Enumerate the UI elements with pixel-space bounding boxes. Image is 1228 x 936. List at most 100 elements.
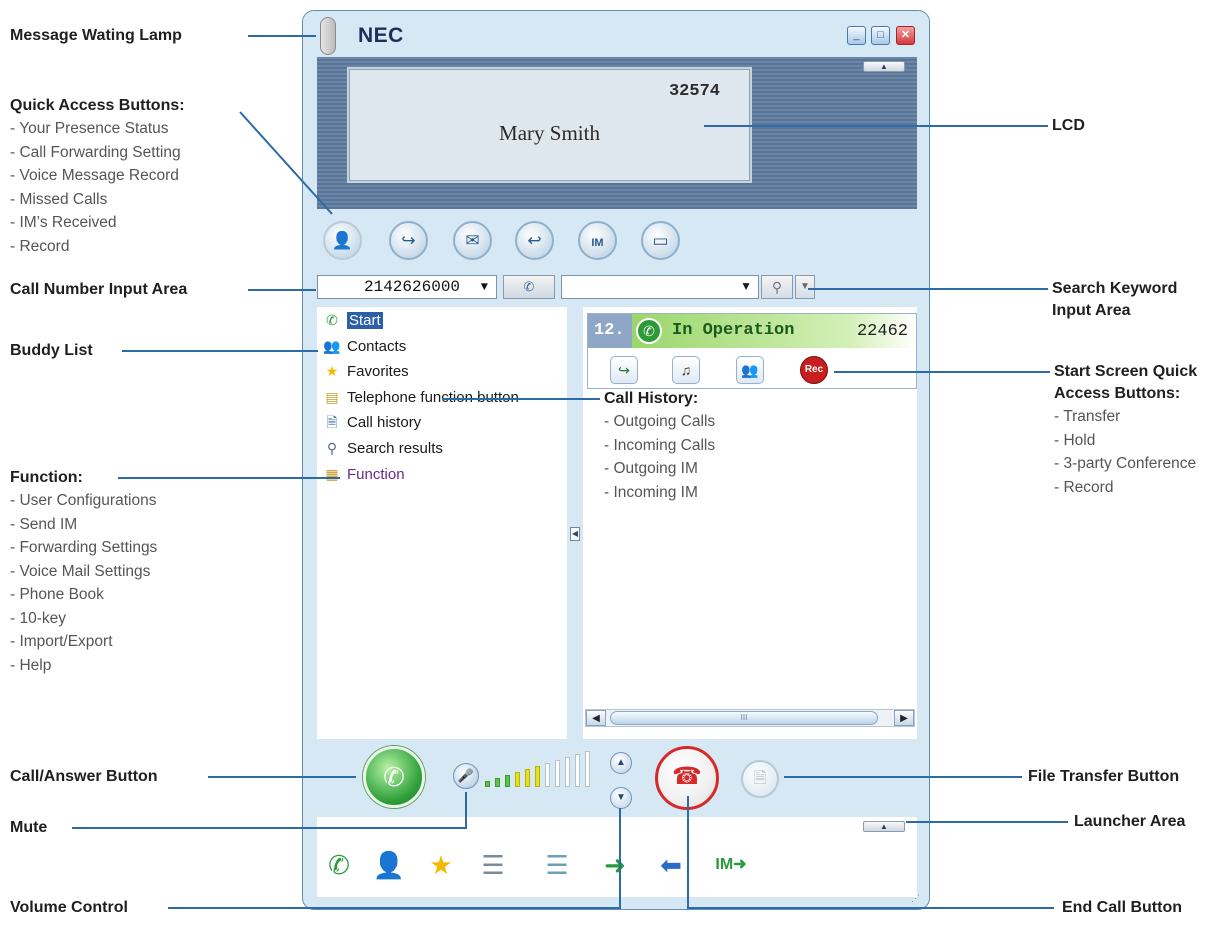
buddy-item-label: Function (347, 466, 405, 483)
volume-up-button[interactable]: ▲ (610, 752, 632, 774)
scroll-thumb[interactable]: III (610, 711, 878, 725)
lcd-display: 32574 Mary Smith (347, 67, 752, 183)
label-item: - Import/Export (10, 633, 113, 650)
lcd-collapse-toggle[interactable]: ▲ (863, 61, 905, 72)
chevron-down-icon[interactable]: ▼ (740, 279, 752, 293)
collapse-left-icon[interactable]: ◀ (570, 527, 580, 541)
buddy-item-function[interactable]: ▦ Function (321, 463, 405, 485)
phone-icon: ✆ (523, 279, 535, 294)
scroll-left-icon[interactable]: ◀ (586, 710, 606, 726)
input-row: 2142626000 ▼ ✆ ▼ ⚲ ▼ (317, 275, 917, 301)
label-title: Start Screen Quick (1054, 363, 1198, 380)
launcher-outgoing-calls[interactable]: ➜ (595, 845, 635, 885)
call-number-input[interactable]: 2142626000 ▼ (317, 275, 497, 299)
buddy-item-label: Search results (347, 440, 443, 457)
volume-down-button[interactable]: ▼ (610, 787, 632, 809)
start-record-button[interactable]: Rec (800, 356, 828, 384)
triangle-up-icon: ▲ (616, 757, 626, 768)
phonebook-2-icon: ☰ (545, 850, 569, 880)
buddy-item-contacts[interactable]: 👥 Contacts (321, 335, 406, 357)
call-index: 12. (594, 321, 625, 340)
label-item: - Hold (1054, 431, 1096, 449)
label-text: Mute (10, 819, 48, 836)
chevron-down-icon[interactable]: ▼ (481, 276, 488, 298)
panel-splitter[interactable]: ◀ (568, 307, 582, 739)
call-status: In Operation (672, 321, 795, 340)
voice-message-button[interactable]: ✉ (453, 221, 492, 260)
buddy-item-label: Start (347, 312, 383, 329)
buddy-item-favorites[interactable]: ★ Favorites (321, 360, 409, 382)
title-bar[interactable]: NEC _ □ ✕ (303, 11, 929, 57)
horizontal-scrollbar[interactable]: ◀ III ▶ (585, 709, 915, 727)
buddy-item-search-results[interactable]: ⚲ Search results (321, 437, 443, 459)
buddy-item-call-history[interactable]: 🗎 Call history (321, 411, 421, 433)
volume-level-bar (535, 766, 540, 787)
im-received-button[interactable]: IM (578, 221, 617, 260)
call-forwarding-button[interactable]: ↪ (389, 221, 428, 260)
label-lcd: LCD (1052, 115, 1085, 137)
triangle-up-icon: ▲ (880, 822, 888, 831)
hold-icon: ♫ (680, 362, 692, 378)
file-transfer-button[interactable]: 🗎 (741, 760, 779, 798)
label-item: - Outgoing IM (604, 460, 698, 477)
presence-status-button[interactable]: 👤 (323, 221, 362, 260)
function-icon: ▦ (325, 466, 339, 482)
transfer-button[interactable]: ↪ (610, 356, 638, 384)
dial-button[interactable]: ✆ (503, 275, 555, 299)
file-transfer-icon: 🗎 (753, 770, 767, 787)
label-item: - Send IM (10, 515, 78, 533)
close-button[interactable]: ✕ (896, 26, 915, 45)
launcher-area: ▲ ✆ 👤 ★ ☰ ☰ ➜ ⬅ IM➜ (317, 817, 917, 897)
label-file-transfer: File Transfer Button (1028, 766, 1179, 788)
start-screen: 12. ✆ In Operation 22462 ↪ ♫ 👥 Rec ◀ III… (583, 307, 917, 739)
call-number-value: 2142626000 (364, 278, 461, 296)
microphone-icon: 🎤 (457, 768, 475, 783)
search-button[interactable]: ⚲ (761, 275, 793, 299)
conference-button[interactable]: 👥 (736, 356, 764, 384)
maximize-icon: □ (877, 29, 884, 41)
label-text: End Call Button (1062, 899, 1182, 916)
label-start-screen: Start Screen Quick Access Buttons: - Tra… (1054, 361, 1197, 499)
mute-button[interactable]: 🎤 (453, 763, 479, 789)
call-history-icon: 🗎 (326, 414, 338, 430)
label-text: Buddy List (10, 342, 93, 359)
launcher-collapse-toggle[interactable]: ▲ (863, 821, 905, 832)
lcd-area: 32574 Mary Smith ▲ (317, 57, 917, 209)
label-buddy-list: Buddy List (10, 340, 93, 362)
launcher-favorites[interactable]: ★ (421, 845, 461, 885)
start-icon: ✆ (328, 850, 350, 880)
buddy-item-telephone-function[interactable]: ▤ Telephone function button (321, 386, 519, 408)
launcher-outgoing-im[interactable]: IM➜ (711, 845, 751, 885)
minimize-button[interactable]: _ (847, 26, 866, 45)
buddy-item-label: Favorites (347, 363, 409, 380)
call-card[interactable]: 12. ✆ In Operation 22462 ↪ ♫ 👥 Rec (587, 313, 917, 389)
hold-button[interactable]: ♫ (672, 356, 700, 384)
end-call-button[interactable]: ☎ (655, 746, 719, 810)
resize-grip-icon[interactable]: ⋰ (911, 893, 923, 905)
record-button[interactable]: ▭ (641, 221, 680, 260)
launcher-phonebook-2[interactable]: ☰ (537, 845, 577, 885)
launcher-contacts[interactable]: 👤 (369, 845, 409, 885)
launcher-start[interactable]: ✆ (319, 845, 359, 885)
volume-level-bar (585, 751, 590, 787)
minimize-icon: _ (853, 29, 860, 41)
call-answer-button[interactable]: ✆ (363, 746, 425, 808)
missed-calls-button[interactable]: ↩ (515, 221, 554, 260)
label-item: - User Configurations (10, 492, 157, 509)
presence-status-icon: 👤 (331, 231, 354, 250)
message-waiting-lamp (320, 17, 336, 55)
buddy-item-start[interactable]: ✆ Start (321, 309, 383, 331)
maximize-button[interactable]: □ (871, 26, 890, 45)
label-item: - Voice Message Record (10, 167, 179, 184)
telephone-function-icon: ▤ (325, 389, 339, 405)
launcher-phonebook[interactable]: ☰ (473, 845, 513, 885)
buddy-item-label: Telephone function button (347, 389, 519, 406)
phone-icon: ✆ (383, 762, 405, 792)
outgoing-im-icon: IM➜ (715, 856, 747, 873)
call-forwarding-icon: ↪ (401, 231, 416, 250)
scroll-right-icon[interactable]: ▶ (894, 710, 914, 726)
launcher-incoming-calls[interactable]: ⬅ (651, 845, 691, 885)
search-options-dropdown[interactable]: ▼ (795, 275, 815, 299)
nec-logo: NEC (358, 24, 404, 47)
search-keyword-input[interactable]: ▼ (561, 275, 759, 299)
